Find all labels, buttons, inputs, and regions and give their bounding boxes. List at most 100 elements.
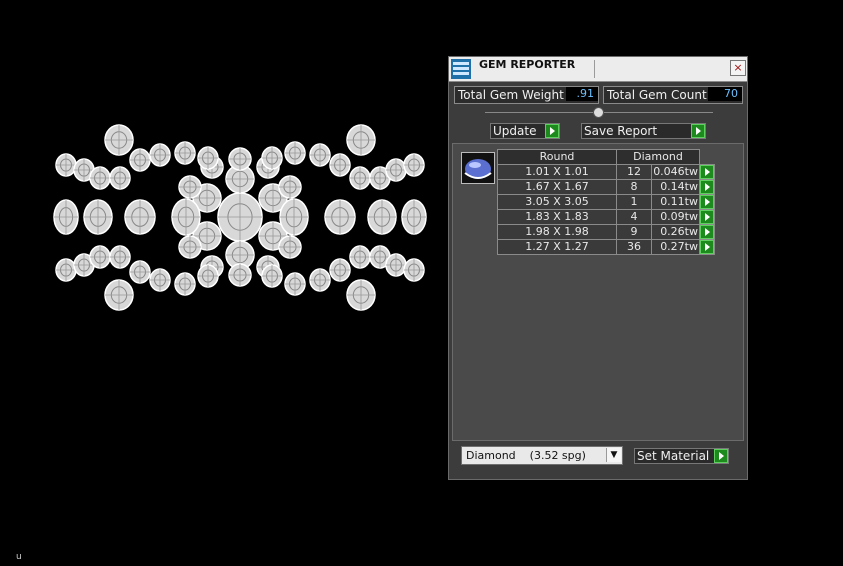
wire-gem <box>329 258 351 282</box>
wire-gem <box>55 153 77 177</box>
wire-gem <box>261 146 283 170</box>
material-dropdown[interactable]: Diamond (3.52 spg) ▼ <box>461 446 623 465</box>
wire-gem <box>228 147 252 171</box>
wire-gem <box>385 253 407 277</box>
play-icon <box>714 449 728 463</box>
row-weight: 0.09tw <box>651 209 700 225</box>
chevron-down-icon[interactable]: ▼ <box>606 448 621 462</box>
save-report-button[interactable]: Save Report <box>581 123 706 139</box>
wire-gem <box>129 260 151 284</box>
table-row[interactable]: 1.83 X 1.83 4 0.09tw <box>497 209 715 225</box>
divider-handle[interactable] <box>593 107 604 118</box>
wire-gem <box>197 146 219 170</box>
row-count: 9 <box>616 224 652 240</box>
wire-gem <box>89 166 111 190</box>
set-material-label: Set Material <box>637 449 710 463</box>
header-round: Round <box>497 149 617 165</box>
wire-gem <box>279 198 309 236</box>
play-icon <box>700 210 714 224</box>
row-select-button[interactable] <box>699 209 715 225</box>
wire-gem <box>228 263 252 287</box>
wire-gem <box>149 268 171 292</box>
total-gem-weight-label: Total Gem Weight <box>458 88 564 102</box>
wire-gem <box>261 264 283 288</box>
row-weight: 0.26tw <box>651 224 700 240</box>
row-size: 1.83 X 1.83 <box>497 209 617 225</box>
play-icon <box>700 180 714 194</box>
wire-gem <box>109 245 131 269</box>
row-count: 8 <box>616 179 652 195</box>
wire-gem <box>171 198 201 236</box>
wire-gem <box>284 141 306 165</box>
wire-gem <box>385 158 407 182</box>
gem-reporter-icon <box>451 59 471 79</box>
row-count: 4 <box>616 209 652 225</box>
gem-reporter-panel: GEM REPORTER × Total Gem Weight .91 Tota… <box>448 56 748 480</box>
jewelry-wireframe <box>53 124 427 311</box>
table-row[interactable]: 1.98 X 1.98 9 0.26tw <box>497 224 715 240</box>
wire-gem <box>89 245 111 269</box>
row-weight: 0.14tw <box>651 179 700 195</box>
table-row[interactable]: 1.27 X 1.27 36 0.27tw <box>497 239 715 255</box>
wire-gem <box>109 166 131 190</box>
wire-gem <box>309 268 331 292</box>
set-material-button[interactable]: Set Material <box>634 448 729 464</box>
wire-gem <box>83 199 113 235</box>
update-button[interactable]: Update <box>490 123 560 139</box>
row-size: 1.01 X 1.01 <box>497 164 617 180</box>
update-label: Update <box>493 124 537 138</box>
wire-gem <box>104 124 134 156</box>
play-icon <box>700 225 714 239</box>
gem-thumbnail[interactable] <box>461 152 495 184</box>
play-icon <box>700 240 714 254</box>
title-divider <box>594 60 595 78</box>
table-header-row: Round Diamond <box>497 149 715 165</box>
wire-gem <box>104 279 134 311</box>
row-weight: 0.046tw <box>651 164 700 180</box>
wire-gem <box>403 153 425 177</box>
row-size: 1.67 X 1.67 <box>497 179 617 195</box>
wire-gem <box>124 199 156 235</box>
close-icon[interactable]: × <box>730 60 746 76</box>
row-select-button[interactable] <box>699 179 715 195</box>
row-select-button[interactable] <box>699 164 715 180</box>
play-icon <box>691 124 705 138</box>
wire-gem <box>174 141 196 165</box>
wire-gem <box>403 258 425 282</box>
total-gem-count-label: Total Gem Count <box>607 88 707 102</box>
wire-gem <box>401 199 427 235</box>
table-row[interactable]: 1.67 X 1.67 8 0.14tw <box>497 179 715 195</box>
3d-viewport[interactable] <box>0 0 440 563</box>
wire-gem <box>129 148 151 172</box>
gem-table: Round Diamond 1.01 X 1.01 12 0.046tw 1.6… <box>497 149 715 255</box>
row-count: 12 <box>616 164 652 180</box>
panel-titlebar[interactable]: GEM REPORTER × <box>449 57 747 82</box>
panel-title: GEM REPORTER <box>479 58 576 71</box>
wire-gem <box>278 175 302 199</box>
wire-gem <box>217 192 263 242</box>
material-selected-value: Diamond (3.52 spg) <box>466 449 586 462</box>
wire-gem <box>309 143 331 167</box>
table-row[interactable]: 3.05 X 3.05 1 0.11tw <box>497 194 715 210</box>
row-weight: 0.11tw <box>651 194 700 210</box>
row-select-button[interactable] <box>699 194 715 210</box>
total-gem-count-field: Total Gem Count 70 <box>603 86 743 104</box>
wire-gem <box>53 199 79 235</box>
wire-gem <box>346 124 376 156</box>
table-row[interactable]: 1.01 X 1.01 12 0.046tw <box>497 164 715 180</box>
total-gem-weight-value: .91 <box>566 87 598 101</box>
play-icon <box>700 195 714 209</box>
play-icon <box>700 165 714 179</box>
row-size: 3.05 X 3.05 <box>497 194 617 210</box>
play-icon <box>545 124 559 138</box>
row-count: 1 <box>616 194 652 210</box>
wire-gem <box>349 245 371 269</box>
wire-gem <box>197 264 219 288</box>
row-select-button[interactable] <box>699 224 715 240</box>
row-select-button[interactable] <box>699 239 715 255</box>
wire-gem <box>55 258 77 282</box>
wire-gem <box>329 153 351 177</box>
wire-gem <box>284 272 306 296</box>
wire-gem <box>367 199 397 235</box>
wire-gem <box>149 143 171 167</box>
